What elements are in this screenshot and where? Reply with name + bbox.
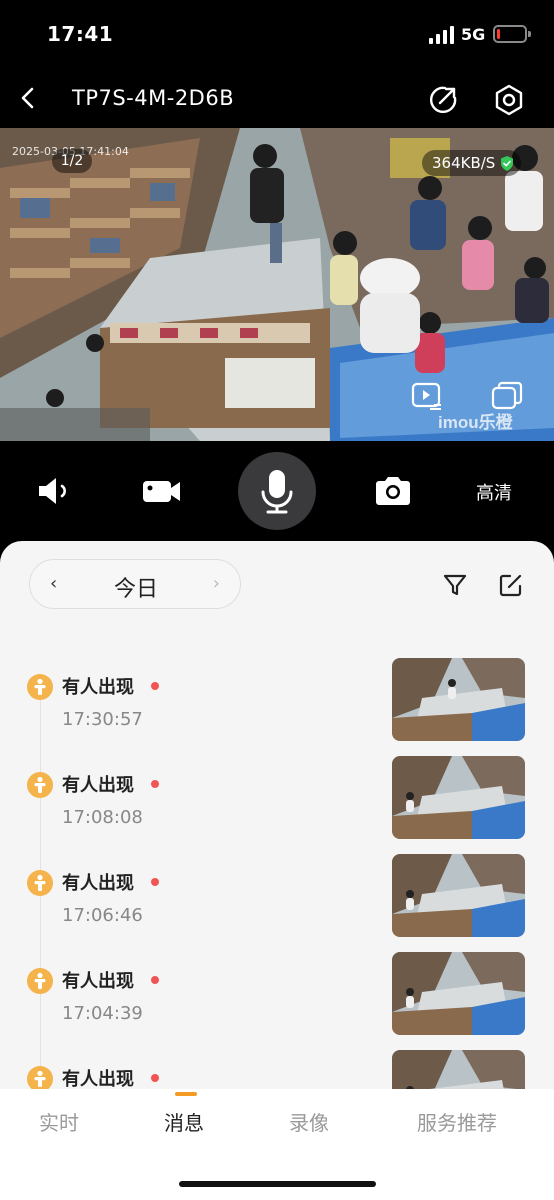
event-item[interactable]: 有人出现 17:06:46 xyxy=(0,854,554,965)
status-time: 17:41 xyxy=(47,22,114,46)
event-item[interactable]: 有人出现 xyxy=(0,1050,554,1089)
video-camera-icon xyxy=(143,481,180,502)
tab-messages[interactable]: 消息 xyxy=(164,1107,204,1136)
event-thumbnail[interactable] xyxy=(392,952,525,1035)
event-item[interactable]: 有人出现 17:04:39 xyxy=(0,952,554,1063)
bottom-tab-bar: 实时 消息 录像 服务推荐 xyxy=(0,1089,554,1200)
mute-button[interactable] xyxy=(34,469,78,513)
tab-live[interactable]: 实时 xyxy=(39,1107,79,1136)
unread-dot xyxy=(151,976,159,984)
device-title: TP7S-4M-2D6B xyxy=(72,86,235,110)
event-title: 有人出现 xyxy=(62,971,134,992)
signal-icon xyxy=(429,26,455,44)
person-icon xyxy=(27,968,53,994)
event-title: 有人出现 xyxy=(62,1069,134,1089)
person-icon xyxy=(27,674,53,700)
nav-bar: TP7S-4M-2D6B xyxy=(0,70,554,128)
battery-icon xyxy=(493,25,531,43)
record-button[interactable] xyxy=(140,469,184,513)
filter-button[interactable] xyxy=(441,571,469,599)
home-indicator xyxy=(179,1181,376,1187)
camera-icon xyxy=(376,477,410,505)
unread-dot xyxy=(151,878,159,886)
event-time: 17:30:57 xyxy=(62,709,143,730)
microphone-icon xyxy=(261,470,293,514)
network-type: 5G xyxy=(461,25,486,44)
live-video[interactable]: 2025-03-05 17:41:04 1/2 364KB/S imou乐橙 xyxy=(0,128,554,441)
event-thumbnail[interactable] xyxy=(392,658,525,741)
event-title: 有人出现 xyxy=(62,873,134,894)
person-icon xyxy=(27,1066,53,1089)
event-item[interactable]: 有人出现 17:08:08 xyxy=(0,756,554,867)
event-time: 17:06:46 xyxy=(62,905,143,926)
event-thumbnail[interactable] xyxy=(392,854,525,937)
unread-dot xyxy=(151,1074,159,1082)
edit-icon xyxy=(499,574,522,597)
battery-level xyxy=(497,29,500,39)
share-button[interactable] xyxy=(425,82,461,118)
settings-hexagon-icon xyxy=(495,84,523,116)
edit-button[interactable] xyxy=(497,571,525,599)
channel-page-indicator: 1/2 xyxy=(52,149,92,173)
brand-watermark: imou乐橙 xyxy=(438,413,513,432)
snapshot-button[interactable] xyxy=(371,469,415,513)
unread-dot xyxy=(151,682,159,690)
chevron-right-icon[interactable]: › xyxy=(213,573,220,594)
chevron-left-icon xyxy=(21,87,34,109)
settings-button[interactable] xyxy=(491,82,527,118)
person-icon xyxy=(27,870,53,896)
event-thumbnail[interactable] xyxy=(392,1050,525,1089)
event-item[interactable]: 有人出现 17:30:57 xyxy=(0,658,554,769)
event-time: 17:04:39 xyxy=(62,1003,143,1024)
shield-check-icon xyxy=(501,156,514,171)
event-time: 17:08:08 xyxy=(62,807,143,828)
active-tab-indicator xyxy=(175,1092,197,1096)
bitrate-badge: 364KB/S xyxy=(422,150,522,176)
date-selector: ‹ 今日 › xyxy=(29,559,241,609)
message-panel: ‹ 今日 › 有人出现 17:30:57 有人出现 17:08:08 有人出现 17:06… xyxy=(0,541,554,1089)
speaker-icon xyxy=(39,478,66,504)
status-bar: 17:41 5G xyxy=(0,0,554,70)
talk-button[interactable] xyxy=(238,452,316,530)
back-button[interactable] xyxy=(12,80,48,116)
tab-recordings[interactable]: 录像 xyxy=(289,1107,329,1136)
event-title: 有人出现 xyxy=(62,775,134,796)
bitrate-value: 364KB/S xyxy=(432,154,496,172)
event-thumbnail[interactable] xyxy=(392,756,525,839)
date-label[interactable]: 今日 xyxy=(30,571,242,603)
unread-dot xyxy=(151,780,159,788)
event-title: 有人出现 xyxy=(62,677,134,698)
person-icon xyxy=(27,772,53,798)
filter-icon xyxy=(443,574,467,596)
share-icon xyxy=(429,86,457,114)
live-controls: 高清 xyxy=(0,441,554,547)
tab-services[interactable]: 服务推荐 xyxy=(417,1107,497,1136)
quality-toggle[interactable]: 高清 xyxy=(476,479,512,505)
